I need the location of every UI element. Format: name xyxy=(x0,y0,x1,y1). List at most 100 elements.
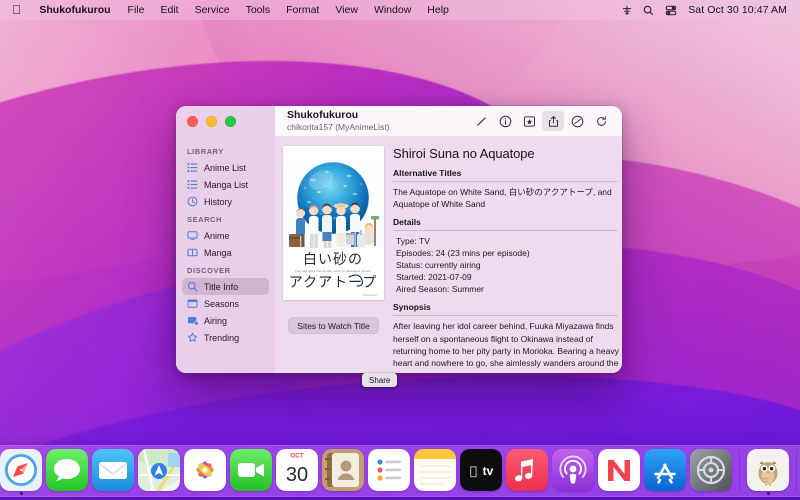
list-icon xyxy=(187,179,198,190)
window-titlebar: Shukofukurou chikorita157 (MyAnimeList) xyxy=(176,106,622,137)
appstore-icon xyxy=(644,449,686,491)
refresh-icon[interactable] xyxy=(590,111,612,131)
menu-bar:  Shukofukurou File Edit Service Tools F… xyxy=(0,0,800,20)
dock-item-facetime[interactable] xyxy=(229,449,273,495)
sidebar-item-label: Seasons xyxy=(204,298,240,309)
dock-item-messages[interactable] xyxy=(45,449,89,495)
sidebar-item-manga-list[interactable]: Manga List xyxy=(182,176,269,193)
dock-item-system-preferences[interactable] xyxy=(689,449,733,495)
sites-to-watch-title-button[interactable]: Sites to Watch Title xyxy=(288,317,379,334)
synopsis-text: After leaving her idol career behind, Fu… xyxy=(393,320,622,373)
sidebar-item-label: Title Info xyxy=(204,281,239,292)
search-icon[interactable] xyxy=(639,0,658,20)
menu-item-view[interactable]: View xyxy=(327,0,366,20)
sidebar-section-search: SEARCH xyxy=(187,215,222,224)
dock-item-safari[interactable] xyxy=(0,449,43,495)
mail-icon xyxy=(92,449,134,491)
sidebar-item-label: Manga xyxy=(204,247,232,258)
svg-text:©projectteam: ©projectteam xyxy=(363,294,377,297)
reminders-icon xyxy=(368,449,410,491)
sidebar-item-label: History xyxy=(204,196,233,207)
sidebar-item-label: Manga List xyxy=(204,179,249,190)
alternative-titles-heading: Alternative Titles xyxy=(393,168,618,182)
dock-item-reminders[interactable] xyxy=(367,449,411,495)
anime-poster[interactable]: 白い砂の The two girls met at the ruins of d… xyxy=(283,146,384,300)
synopsis-line: After leaving her idol career behind, Fu… xyxy=(393,321,614,332)
maximize-button[interactable] xyxy=(225,116,236,127)
magnifier-icon xyxy=(187,281,198,292)
dock-item-mail[interactable] xyxy=(91,449,135,495)
window-toolbar xyxy=(470,111,612,131)
menu-item-file[interactable]: File xyxy=(120,0,153,20)
slash-circle-icon[interactable] xyxy=(566,111,588,131)
menu-item-edit[interactable]: Edit xyxy=(152,0,186,20)
sidebar-item-label: Anime xyxy=(204,230,230,241)
details-list: Type: TV Episodes: 24 (23 mins per episo… xyxy=(393,235,622,295)
running-indicator xyxy=(19,492,23,495)
titlebar-main-region: Shukofukurou chikorita157 (MyAnimeList) xyxy=(275,106,622,137)
menu-bar-status-area: Sat Oct 30 10:47 AM xyxy=(617,0,792,20)
dock-item-shukofukurou[interactable] xyxy=(746,449,790,495)
dock-item-appstore[interactable] xyxy=(643,449,687,495)
close-button[interactable] xyxy=(187,116,198,127)
apple-logo-icon[interactable]:  xyxy=(9,0,30,20)
broadcast-icon xyxy=(187,315,198,326)
detail-row-aired-season: Aired Season: Summer xyxy=(396,284,484,295)
control-center-icon[interactable] xyxy=(661,0,680,20)
svg-text::  xyxy=(470,464,477,478)
book-icon xyxy=(187,247,198,258)
titlebar-sidebar-region xyxy=(176,106,275,137)
photos-icon xyxy=(184,449,226,491)
edit-icon[interactable] xyxy=(470,111,492,131)
maps-icon xyxy=(138,449,180,491)
sidebar-item-trending[interactable]: Trending xyxy=(182,329,269,346)
dock-item-photos[interactable] xyxy=(183,449,227,495)
menu-bar-clock[interactable]: Sat Oct 30 10:47 AM xyxy=(683,4,789,16)
star-box-icon[interactable] xyxy=(518,111,540,131)
sidebar-item-search-manga[interactable]: Manga xyxy=(182,244,269,261)
synopsis-line: herself on a spontaneous flight to Okina… xyxy=(393,333,593,344)
sidebar-item-label: Trending xyxy=(204,332,240,343)
menu-app-name[interactable]: Shukofukurou xyxy=(30,0,119,20)
sidebar-item-seasons[interactable]: Seasons xyxy=(182,295,269,312)
wifi-icon[interactable] xyxy=(617,0,636,20)
sidebar-item-anime-list[interactable]: Anime List xyxy=(182,159,269,176)
sidebar-item-airing[interactable]: Airing xyxy=(182,312,269,329)
menu-item-service[interactable]: Service xyxy=(187,0,238,20)
dock-item-news[interactable] xyxy=(597,449,641,495)
podcasts-icon xyxy=(552,449,594,491)
sidebar-item-history[interactable]: History xyxy=(182,193,269,210)
app-window: Shukofukurou chikorita157 (MyAnimeList) xyxy=(176,106,622,373)
appletv-icon:  tv xyxy=(460,449,502,491)
detail-row-status: Status: currently airing xyxy=(396,260,481,271)
svg-text:30: 30 xyxy=(286,464,308,486)
sidebar-item-label: Airing xyxy=(204,315,228,326)
calendar-icon xyxy=(187,298,198,309)
info-icon[interactable] xyxy=(494,111,516,131)
menu-item-tools[interactable]: Tools xyxy=(238,0,279,20)
dock-item-podcasts[interactable] xyxy=(551,449,595,495)
window-title-block: Shukofukurou chikorita157 (MyAnimeList) xyxy=(287,109,390,132)
page-title: Shiroi Suna no Aquatope xyxy=(393,146,535,161)
menu-item-window[interactable]: Window xyxy=(366,0,419,20)
clock-icon xyxy=(187,196,198,207)
dock-item-maps[interactable] xyxy=(137,449,181,495)
minimize-button[interactable] xyxy=(206,116,217,127)
share-icon[interactable] xyxy=(542,111,564,131)
menu-item-help[interactable]: Help xyxy=(419,0,457,20)
dock-item-contacts[interactable] xyxy=(321,449,365,495)
running-indicator xyxy=(766,492,770,495)
sidebar-item-search-anime[interactable]: Anime xyxy=(182,227,269,244)
dock-item-music[interactable] xyxy=(505,449,549,495)
dock-item-appletv[interactable]:  tv xyxy=(459,449,503,495)
dock-item-calendar[interactable]: OCT 30 xyxy=(275,449,319,495)
notes-icon xyxy=(414,449,456,491)
sidebar-item-title-info[interactable]: Title Info xyxy=(182,278,269,295)
poster-column: 白い砂の The two girls met at the ruins of d… xyxy=(283,146,384,373)
detail-content: 白い砂の The two girls met at the ruins of d… xyxy=(275,137,622,373)
dock-item-notes[interactable] xyxy=(413,449,457,495)
share-tooltip: Share xyxy=(362,373,398,387)
svg-text:OCT: OCT xyxy=(290,453,304,460)
menu-item-format[interactable]: Format xyxy=(278,0,327,20)
synopsis-line: returning home to her pity party in Mori… xyxy=(393,346,619,357)
